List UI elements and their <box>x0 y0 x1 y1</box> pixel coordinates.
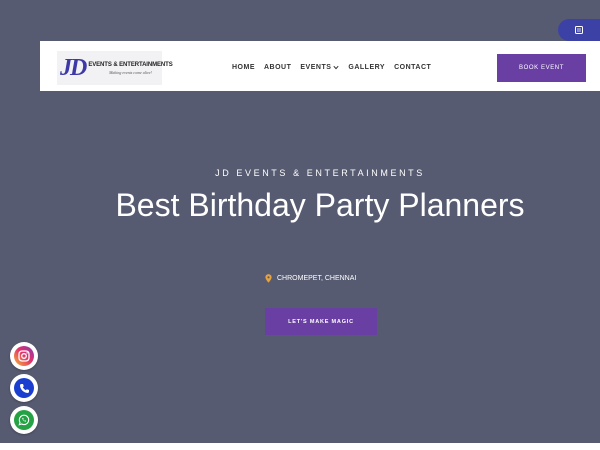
instagram-button[interactable] <box>10 342 38 370</box>
location-text: CHROMEPET, CHENNAI <box>277 275 357 282</box>
phone-button[interactable] <box>10 374 38 402</box>
hero-subtitle: JD EVENTS & ENTERTAINMENTS <box>215 168 425 178</box>
logo-tagline: Making events come alive! <box>109 69 152 75</box>
nav-home[interactable]: HOME <box>232 64 255 71</box>
whatsapp-icon <box>18 414 30 426</box>
logo-name: EVENTS & ENTERTAINMENTS <box>88 61 173 68</box>
nav-gallery[interactable]: GALLERY <box>348 64 385 71</box>
hero-title: Best Birthday Party Planners <box>115 187 525 223</box>
nav-events[interactable]: EVENTS <box>300 64 339 71</box>
site-logo[interactable]: JD EVENTS & ENTERTAINMENTS Making events… <box>57 51 173 85</box>
instagram-icon <box>18 350 30 362</box>
lets-make-magic-button[interactable]: LET'S MAKE MAGIC <box>265 308 377 335</box>
chevron-down-icon <box>333 65 339 70</box>
main-nav: HOME ABOUT EVENTS GALLERY CONTACT <box>232 64 431 71</box>
hero-location: CHROMEPET, CHENNAI <box>265 274 356 283</box>
map-pin-icon <box>265 274 272 283</box>
whatsapp-button[interactable] <box>10 406 38 434</box>
site-header: JD EVENTS & ENTERTAINMENTS Making events… <box>40 41 600 91</box>
phone-icon <box>19 383 29 393</box>
nav-contact[interactable]: CONTACT <box>394 64 431 71</box>
logo-mark: JD <box>60 55 87 81</box>
book-event-button[interactable]: BOOK EVENT <box>497 54 586 82</box>
top-corner-button[interactable] <box>558 19 600 41</box>
nav-about[interactable]: ABOUT <box>264 64 291 71</box>
grid-icon <box>575 26 583 34</box>
